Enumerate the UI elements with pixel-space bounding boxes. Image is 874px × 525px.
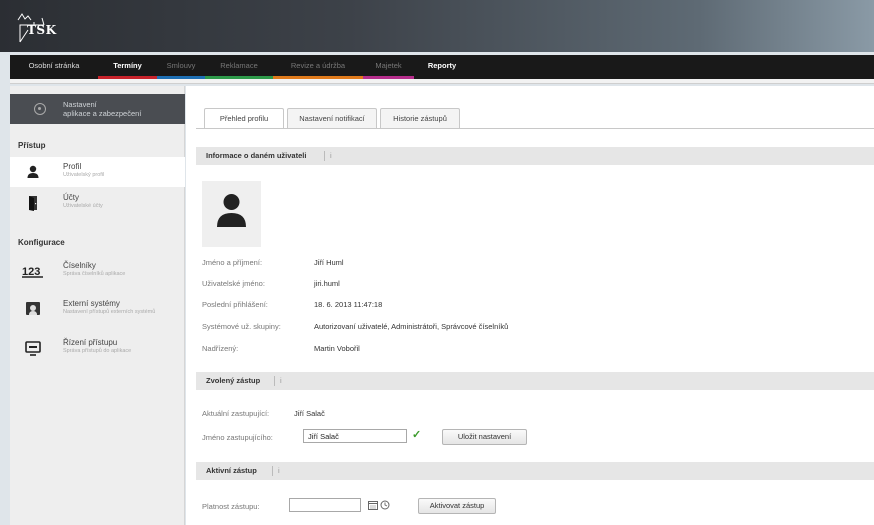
section-user-info: Informace o daném uživateli i xyxy=(196,147,874,165)
settings-icon xyxy=(34,103,46,115)
value-last-login: 18. 6. 2013 11:47:18 xyxy=(314,300,383,309)
label-full-name: Jméno a příjmení: xyxy=(202,258,263,267)
nav-label: Majetek xyxy=(375,61,402,70)
sidebar-item-ucty[interactable]: Účty Uživatelské účty xyxy=(10,188,185,218)
section-title: Informace o daném uživateli xyxy=(206,151,307,160)
label-system-groups: Systémové už. skupiny: xyxy=(202,322,281,331)
info-icon[interactable]: i xyxy=(330,151,332,160)
door-icon xyxy=(29,196,37,211)
sidebar-settings-label-line2: aplikace a zabezpečení xyxy=(63,109,142,118)
deputy-name-input[interactable] xyxy=(303,429,407,443)
section-active-deputy: Aktivní zástup i xyxy=(196,462,874,480)
nav-label: Reklamace xyxy=(220,61,258,70)
tab-historie-zastupu[interactable]: Historie zástupů xyxy=(380,108,460,128)
section-separator xyxy=(274,376,275,386)
sidebar-settings-label: Nastavení aplikace a zabezpečení xyxy=(63,100,141,118)
nav-osobni-stranka[interactable]: Osobní stránka xyxy=(10,55,98,79)
check-icon: ✓ xyxy=(412,429,422,441)
sidebar-item-externi-systemy[interactable]: Externí systémy Nastavení přístupů exter… xyxy=(10,294,185,330)
activate-deputy-button[interactable]: Aktivovat zástup xyxy=(418,498,496,514)
app-header: TSK xyxy=(0,0,874,52)
tab-divider xyxy=(196,128,874,129)
sidebar-item-title: Externí systémy xyxy=(63,299,120,308)
sidebar-section-config: Konfigurace xyxy=(18,238,65,247)
sidebar-section-access: Přístup xyxy=(18,141,46,150)
access-icon xyxy=(25,341,41,356)
nav-label: Smlouvy xyxy=(166,61,196,70)
nav-majetek[interactable]: Majetek xyxy=(363,55,414,79)
sidebar-item-profil[interactable]: Profil Uživatelský profil xyxy=(10,157,185,187)
value-system-groups: Autorizovaní uživatelé, Administrátoři, … xyxy=(314,322,509,331)
external-systems-icon xyxy=(26,302,40,315)
value-supervisor: Martin Vobořil xyxy=(314,344,360,353)
nav-reporty[interactable]: Reporty xyxy=(414,55,470,79)
numbers-icon: 123 xyxy=(22,266,43,278)
svg-text:123: 123 xyxy=(22,266,40,278)
sidebar-settings-label-line1: Nastavení xyxy=(63,100,97,109)
nav-reklamace[interactable]: Reklamace xyxy=(205,55,273,79)
clock-icon[interactable] xyxy=(380,500,390,510)
tab-prehled-profilu[interactable]: Přehled profilu xyxy=(204,108,284,129)
nav-label: Osobní stránka xyxy=(28,61,80,70)
validity-date-input[interactable] xyxy=(289,498,361,512)
label-validity: Platnost zástupu: xyxy=(202,502,260,511)
save-settings-button[interactable]: Uložit nastavení xyxy=(442,429,527,445)
label-last-login: Poslední přihlášení: xyxy=(202,300,268,309)
sidebar-item-subtitle: Uživatelské účty xyxy=(63,203,103,209)
sidebar-item-rizeni-pristupu[interactable]: Řízení přístupu Správa přístupů do aplik… xyxy=(10,333,185,363)
user-icon xyxy=(27,165,39,178)
main-content: Přehled profilu Nastavení notifikací His… xyxy=(186,86,874,525)
sidebar-item-title: Profil xyxy=(63,162,82,171)
nav-smlouvy[interactable]: Smlouvy xyxy=(157,55,205,79)
sidebar: Nastavení aplikace a zabezpečení Přístup… xyxy=(10,86,185,525)
logo-text: TSK xyxy=(27,23,57,37)
info-icon[interactable]: i xyxy=(280,376,282,385)
label-current-deputy: Aktuální zastupující: xyxy=(202,409,270,418)
sidebar-item-subtitle: Správa přístupů do aplikace xyxy=(63,348,132,354)
avatar-icon xyxy=(217,194,246,227)
main-nav: Osobní stránka Termíny Smlouvy Reklamace… xyxy=(10,55,874,79)
section-separator xyxy=(272,466,273,476)
avatar xyxy=(202,181,261,247)
sidebar-item-ciselniky[interactable]: 123 Číselníky Správa číselníků aplikace xyxy=(10,256,185,286)
nav-label: Termíny xyxy=(113,61,142,70)
app-window: TSK Osobní stránka Termíny Smlouvy Rekla… xyxy=(0,0,874,525)
value-username: jiri.huml xyxy=(314,279,340,288)
sidebar-item-subtitle: Uživatelský profil xyxy=(63,172,105,178)
nav-label: Reporty xyxy=(427,61,457,70)
info-icon[interactable]: i xyxy=(278,466,280,475)
sidebar-settings-header[interactable]: Nastavení aplikace a zabezpečení xyxy=(10,94,185,124)
nav-revize-a-udrzba[interactable]: Revize a údržba xyxy=(273,55,363,79)
nav-terminy[interactable]: Termíny xyxy=(98,55,157,79)
section-separator xyxy=(324,151,325,161)
section-title: Aktivní zástup xyxy=(206,466,257,475)
value-current-deputy: Jiří Salač xyxy=(294,409,325,418)
sidebar-item-title: Číselníky xyxy=(63,261,96,270)
tab-nastaveni-notifikaci[interactable]: Nastavení notifikací xyxy=(287,108,377,128)
sidebar-item-subtitle: Nastavení přístupů externích systémů xyxy=(63,309,156,315)
calendar-icon[interactable] xyxy=(368,500,378,510)
sidebar-item-title: Účty xyxy=(63,193,79,202)
label-username: Uživatelské jméno: xyxy=(202,279,265,288)
value-full-name: Jiří Huml xyxy=(314,258,344,267)
sidebar-item-title: Řízení přístupu xyxy=(63,338,118,347)
label-supervisor: Nadřízený: xyxy=(202,344,239,353)
section-deputy: Zvolený zástup i xyxy=(196,372,874,390)
nav-underline xyxy=(10,79,874,84)
section-title: Zvolený zástup xyxy=(206,376,261,385)
nav-label: Revize a údržba xyxy=(290,61,346,70)
sidebar-item-subtitle: Správa číselníků aplikace xyxy=(63,271,126,277)
label-deputy-name: Jméno zastupujícího: xyxy=(202,433,273,442)
